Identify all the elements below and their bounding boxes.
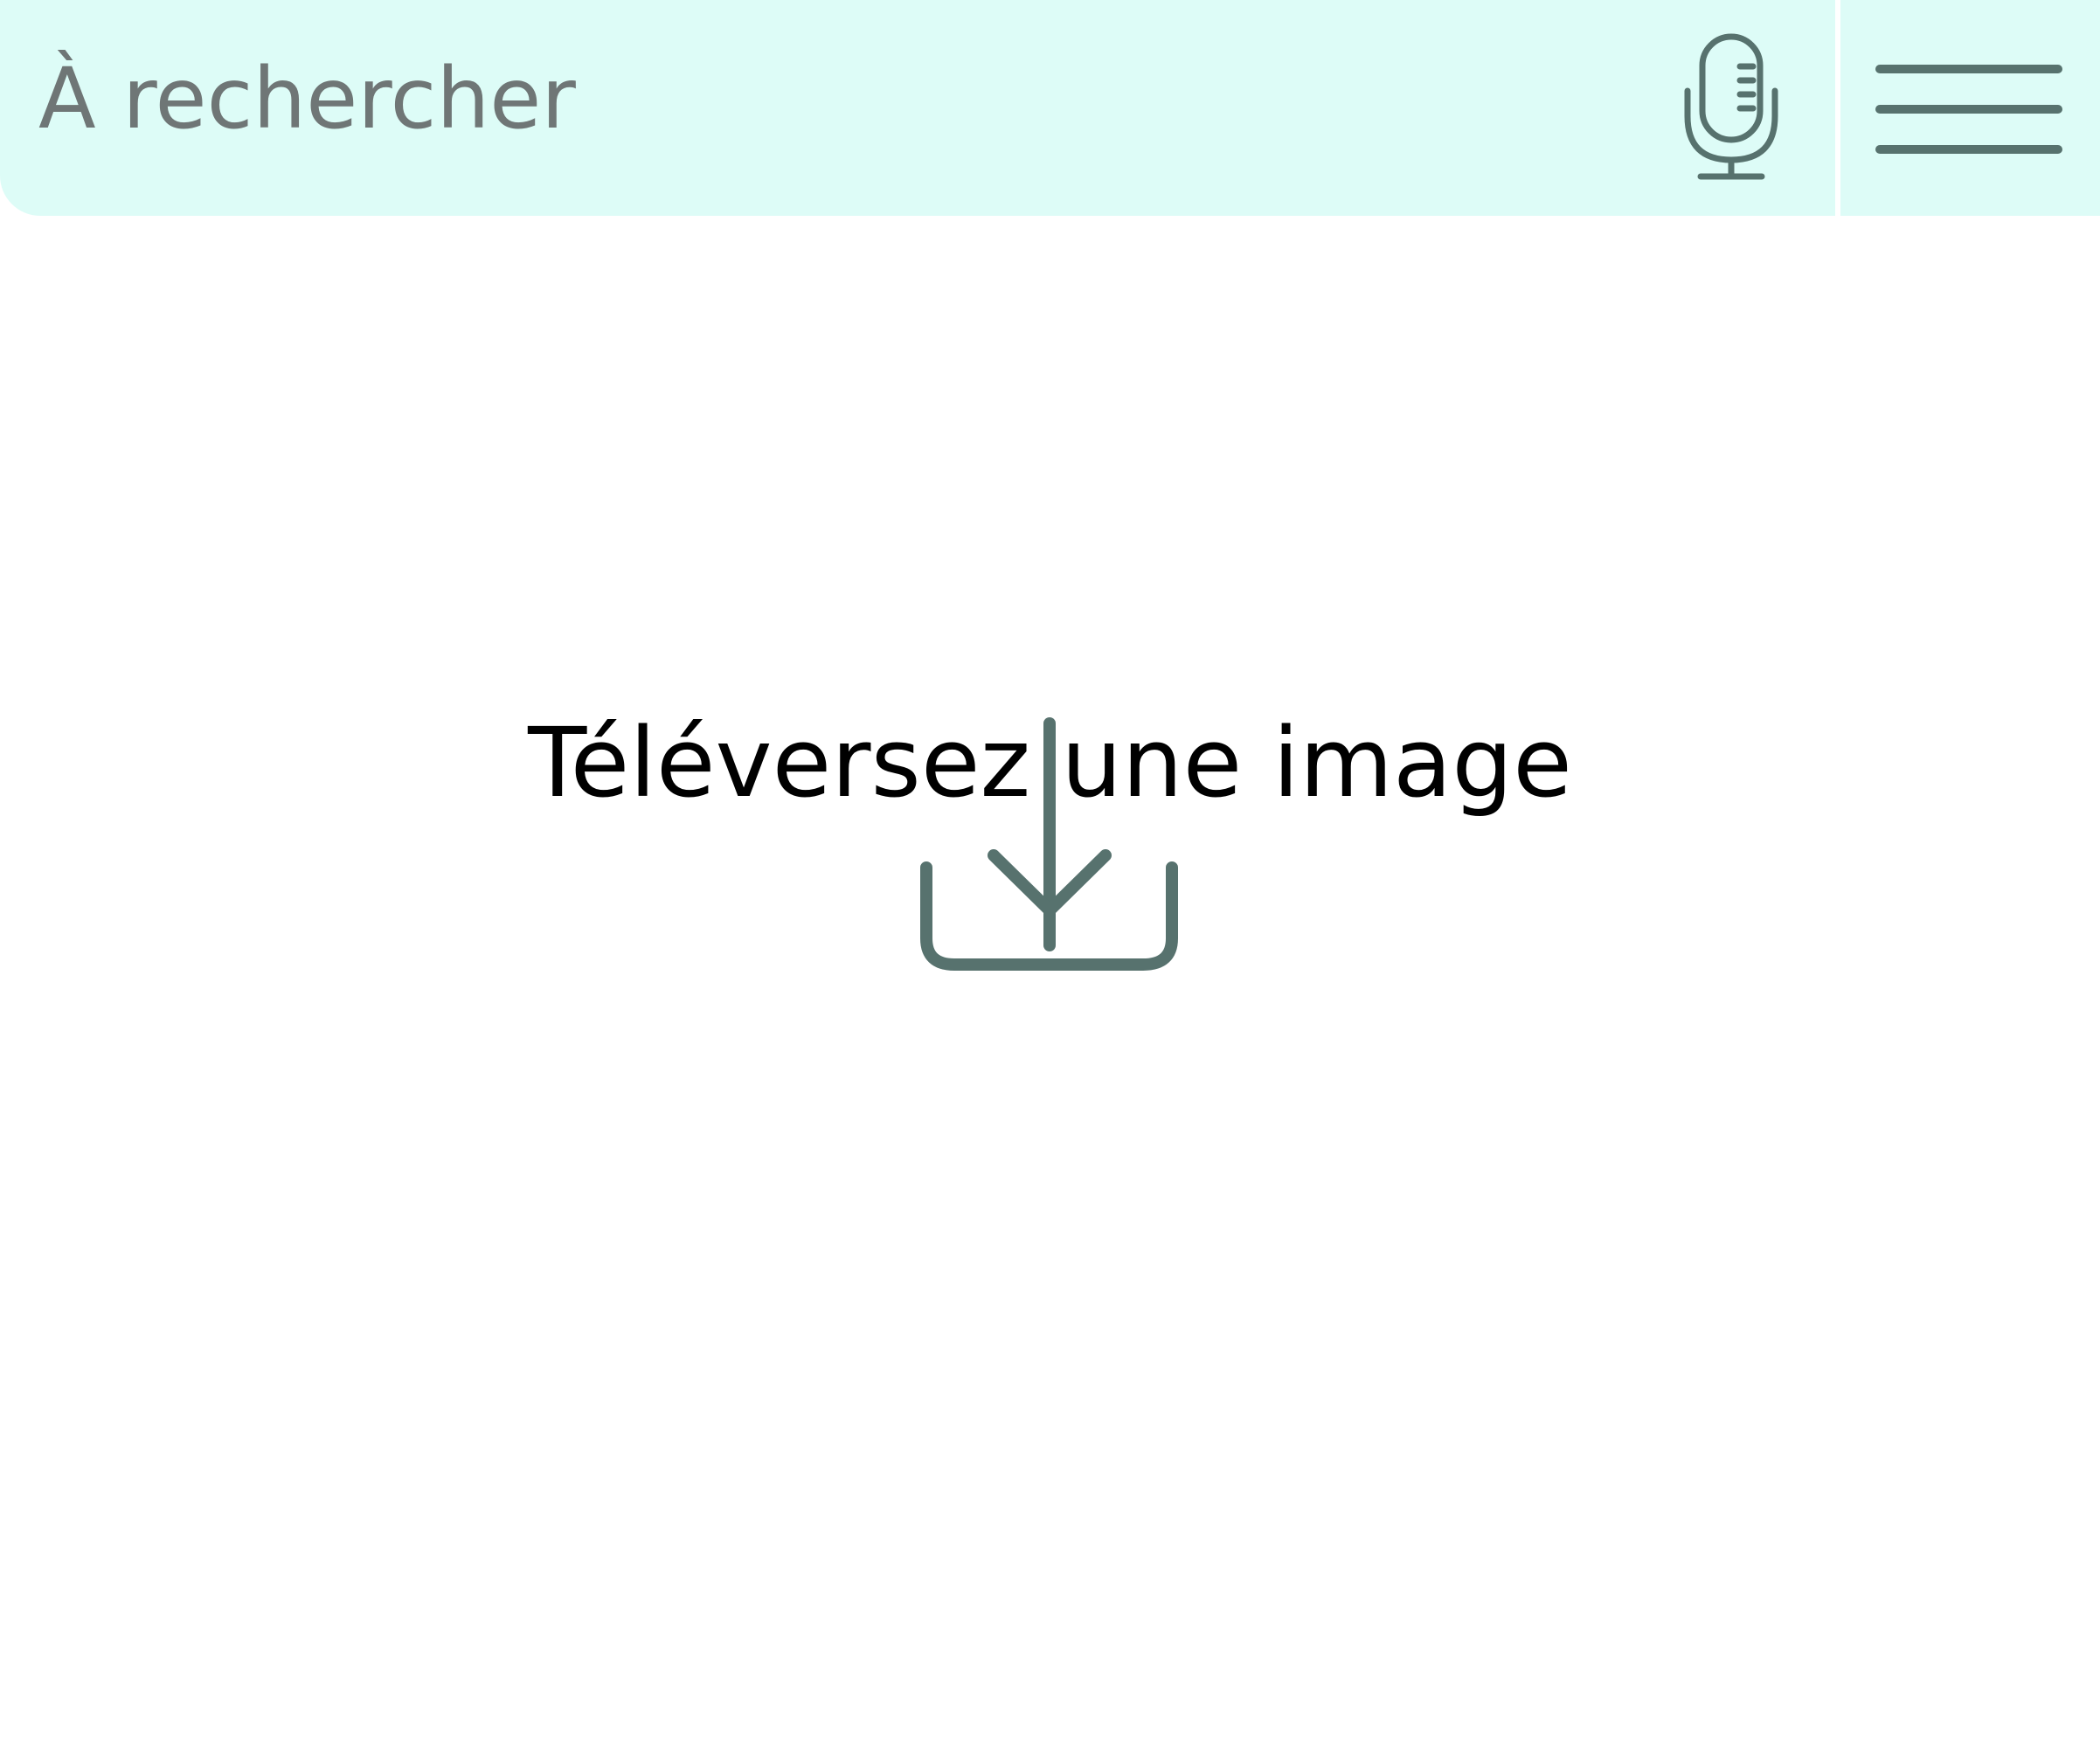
upload-button[interactable] xyxy=(909,716,1191,996)
top-bar xyxy=(0,0,2100,216)
download-tray-icon xyxy=(920,717,1178,971)
hamburger-menu-icon xyxy=(1875,64,2062,154)
menu-button[interactable] xyxy=(1840,0,2100,216)
page: Téléversez une image xyxy=(0,0,2100,1750)
microphone-icon xyxy=(1684,33,1778,180)
search-input[interactable] xyxy=(38,42,1629,156)
voice-search-button[interactable] xyxy=(1674,31,1788,185)
search-box xyxy=(0,0,1835,216)
